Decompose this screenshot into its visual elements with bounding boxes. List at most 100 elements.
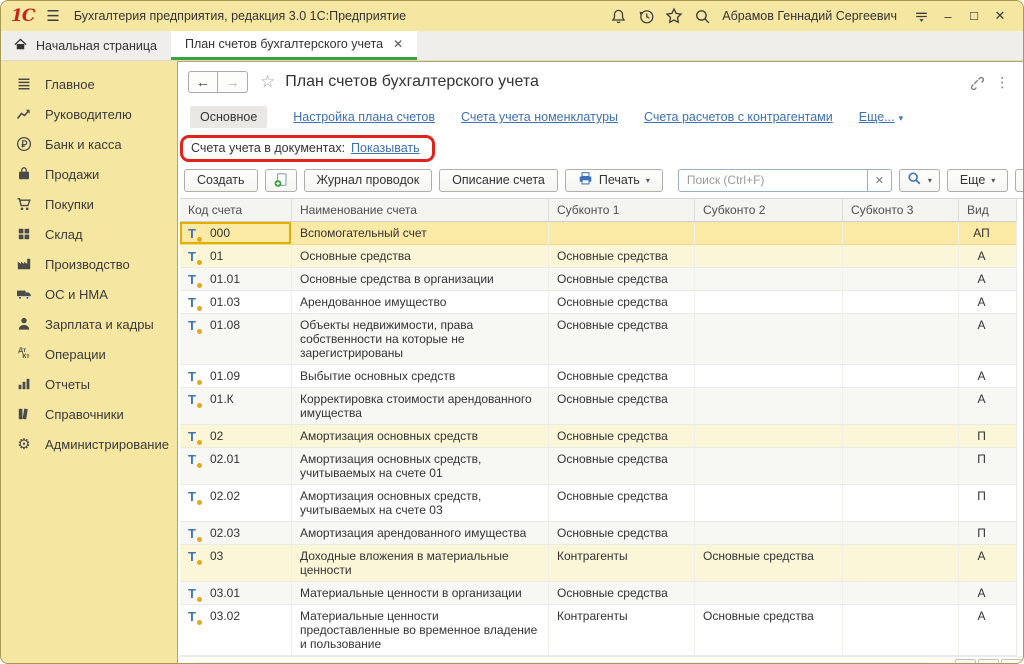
forward-button[interactable]: → <box>218 71 248 93</box>
table-row[interactable]: T01.01Основные средства в организацииОсн… <box>180 268 1017 291</box>
cell-subconto-3 <box>843 448 959 485</box>
table-row[interactable]: T02.02Амортизация основных средств, учит… <box>180 485 1017 522</box>
sidebar-item-administrirovanie[interactable]: ⚙Администрирование <box>1 429 177 459</box>
link-icon[interactable] <box>963 71 989 93</box>
help-button[interactable]: ? <box>1015 169 1024 192</box>
close-form-icon[interactable]: ✕ <box>1015 71 1024 93</box>
form-nav: Основное Настройка плана счетов Счета учет… <box>178 102 1024 132</box>
column-header-3[interactable]: Субконто 2 <box>695 199 843 222</box>
cell-subconto-3 <box>843 291 959 314</box>
prev-row-button[interactable] <box>978 659 999 664</box>
tab-plan-schetov[interactable]: План счетов бухгалтерского учета ✕ <box>171 31 417 60</box>
journal-button[interactable]: Журнал проводок <box>304 169 433 192</box>
notifications-bell-icon[interactable] <box>604 5 632 27</box>
form-nav-scheta-ucheta-nomenklatury[interactable]: Счета учета номенклатуры <box>461 110 618 124</box>
cell-subconto-1: Основные средства <box>549 448 695 485</box>
tab-close-icon[interactable]: ✕ <box>393 37 403 51</box>
next-row-button[interactable] <box>1001 659 1022 664</box>
table-header-row: Код счетаНаименование счетаСубконто 1Суб… <box>180 199 1017 222</box>
tab-bar: Начальная страница План счетов бухгалтер… <box>1 31 1023 61</box>
column-header-5[interactable]: Вид <box>959 199 1017 222</box>
form-nav-scheta-raschetov-s-kontragentami[interactable]: Счета расчетов с контрагентами <box>644 110 833 124</box>
sidebar-item-otchety[interactable]: Отчеты <box>1 369 177 399</box>
column-header-2[interactable]: Субконто 1 <box>549 199 695 222</box>
table-row[interactable]: T02Амортизация основных средствОсновные … <box>180 425 1017 448</box>
account-code: 01.01 <box>210 272 240 286</box>
table-row[interactable]: T02.03Амортизация арендованного имуществ… <box>180 522 1017 545</box>
cell-subconto-3 <box>843 388 959 425</box>
cell-subconto-2 <box>695 245 843 268</box>
book-icon <box>15 406 33 422</box>
cell-subconto-1: Основные средства <box>549 522 695 545</box>
cell-kind: А <box>959 388 1017 425</box>
service-menu-icon[interactable] <box>907 5 935 27</box>
show-link[interactable]: Показывать <box>351 141 420 155</box>
more-menu-dots-icon[interactable]: ⋮ <box>989 71 1015 93</box>
form-nav-osnovnoe[interactable]: Основное <box>190 106 267 128</box>
cell-account-code: T01.01 <box>180 268 292 291</box>
sidebar-item-prodazhi[interactable]: Продажи <box>1 159 177 189</box>
column-header-4[interactable]: Субконто 3 <box>843 199 959 222</box>
table-row[interactable]: T03Доходные вложения в материальные ценн… <box>180 545 1017 582</box>
sidebar-item-glavnoe[interactable]: Главное <box>1 69 177 99</box>
cell-subconto-3 <box>843 522 959 545</box>
more-button[interactable]: Еще ▾ <box>947 169 1008 192</box>
table-row[interactable]: T000Вспомогательный счетАП <box>180 222 1017 245</box>
create-button[interactable]: Создать <box>184 169 258 192</box>
sidebar-item-sklad[interactable]: Склад <box>1 219 177 249</box>
table-row[interactable]: T03.01Материальные ценности в организаци… <box>180 582 1017 605</box>
sidebar-item-label: Банк и касса <box>45 137 122 152</box>
form-nav-nastroyka-plana-schetov[interactable]: Настройка плана счетов <box>293 110 435 124</box>
column-header-0[interactable]: Код счета <box>180 199 292 222</box>
table-row[interactable]: T03.02Материальные ценности предоставлен… <box>180 605 1017 656</box>
table-row[interactable]: T01.09Выбытие основных средствОсновные с… <box>180 365 1017 388</box>
sidebar-item-zarplata-i-kadry[interactable]: Зарплата и кадры <box>1 309 177 339</box>
red-highlight-box: Счета учета в документах: Показывать <box>180 135 435 162</box>
table-row[interactable]: T01.08Объекты недвижимости, права собств… <box>180 314 1017 365</box>
cell-subconto-2: Основные средства <box>695 545 843 582</box>
sidebar-item-spravochniki[interactable]: Справочники <box>1 399 177 429</box>
favorite-star-icon[interactable]: ☆ <box>260 72 275 92</box>
cell-subconto-1: Основные средства <box>549 314 695 365</box>
back-button[interactable]: ← <box>188 71 218 93</box>
cell-subconto-2 <box>695 291 843 314</box>
maximize-button[interactable]: ☐ <box>961 6 987 26</box>
table-row[interactable]: T02.01Амортизация основных средств, учит… <box>180 448 1017 485</box>
sidebar-item-os-i-nma[interactable]: ОС и НМА <box>1 279 177 309</box>
table-row[interactable]: T01Основные средстваОсновные средстваА <box>180 245 1017 268</box>
table-row[interactable]: T01.03Арендованное имуществоОсновные сре… <box>180 291 1017 314</box>
print-button[interactable]: Печать ▾ <box>565 169 663 192</box>
account-icon: T <box>188 319 201 332</box>
table-row[interactable]: T01.ККорректировка стоимости арендованно… <box>180 388 1017 425</box>
cell-kind: А <box>959 245 1017 268</box>
hamburger-menu-icon[interactable]: ☰ <box>46 7 59 25</box>
global-search-icon[interactable] <box>688 5 716 27</box>
sidebar-item-operacii[interactable]: ДтКтОперации <box>1 339 177 369</box>
search-input[interactable] <box>678 169 868 192</box>
create-group-button[interactable] <box>265 169 297 192</box>
sidebar-item-bank-i-kassa[interactable]: Банк и касса <box>1 129 177 159</box>
sidebar-item-rukovoditelyu[interactable]: Руководителю <box>1 99 177 129</box>
column-header-1[interactable]: Наименование счета <box>292 199 549 222</box>
first-row-button[interactable] <box>955 659 976 664</box>
sidebar-item-proizvodstvo[interactable]: Производство <box>1 249 177 279</box>
account-description-button[interactable]: Описание счета <box>439 169 558 192</box>
form-nav-esche[interactable]: Еще...▾ <box>859 110 903 124</box>
sidebar-item-label: Склад <box>45 227 83 242</box>
close-button[interactable]: ✕ <box>987 6 1013 26</box>
history-icon[interactable] <box>632 5 660 27</box>
favorites-star-icon[interactable] <box>660 5 688 27</box>
sidebar-item-pokupki[interactable]: Покупки <box>1 189 177 219</box>
current-user[interactable]: Абрамов Геннадий Сергеевич <box>722 9 897 23</box>
search-options-button[interactable]: ▾ <box>899 169 940 192</box>
cell-account-code: T02.02 <box>180 485 292 522</box>
sidebar-menu: Главное Руководителю Банк и касса ПродажиПо… <box>1 61 177 664</box>
tab-label: План счетов бухгалтерского учета <box>185 37 383 51</box>
accounts-in-documents-label: Счета учета в документах: <box>191 141 345 155</box>
tab-home[interactable]: Начальная страница <box>1 31 171 60</box>
account-icon: T <box>188 227 201 240</box>
minimize-button[interactable]: – <box>935 6 961 26</box>
sidebar-item-label: Отчеты <box>45 377 90 392</box>
sidebar-item-label: Главное <box>45 77 95 92</box>
clear-search-icon[interactable]: ✕ <box>868 169 892 192</box>
